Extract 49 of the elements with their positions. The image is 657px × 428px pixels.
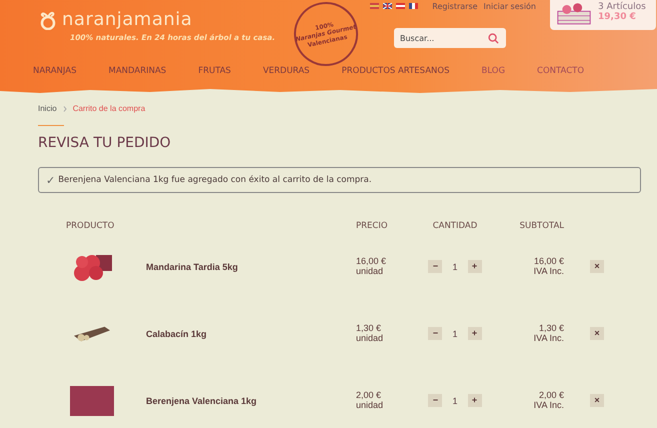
product-name[interactable]: Calabacín 1kg	[146, 328, 356, 338]
subtotal: 16,00 €	[534, 256, 564, 266]
unit-label: unidad	[356, 266, 384, 276]
column-header: SUBTOTAL	[518, 221, 564, 233]
unit-price: 16,00 €	[356, 256, 388, 266]
subtotal: 1,30 €	[538, 324, 564, 334]
search-icon[interactable]	[488, 33, 499, 44]
product-name[interactable]: Mandarina Tardia 5kg	[146, 262, 356, 272]
column-header: PRODUCTO	[65, 221, 116, 233]
unit-price: 2,00 €	[356, 390, 382, 400]
breadcrumb-link[interactable]: Inicio	[38, 104, 57, 113]
column-header: PRECIO	[356, 221, 389, 233]
subtotal: 2,00 €	[538, 390, 564, 400]
increase-button[interactable]: +	[468, 327, 482, 340]
tax-label: IVA Inc.	[534, 400, 564, 410]
tax-label: IVA Inc.	[534, 266, 564, 276]
nav-link[interactable]: PRODUCTOS ARTESANOS	[342, 66, 450, 76]
account-link[interactable]: Iniciar sesión	[484, 2, 536, 10]
unit-label: unidad	[356, 334, 384, 344]
decrease-button[interactable]: −	[428, 327, 442, 340]
product-name[interactable]: Berenjena Valenciana 1kg	[146, 396, 356, 406]
check-icon: ✓	[46, 174, 56, 186]
chevron-icon	[62, 106, 67, 112]
quantity-value[interactable]: 1	[452, 328, 458, 338]
basket-icon	[556, 2, 592, 26]
increase-button[interactable]: +	[468, 260, 482, 273]
decrease-button[interactable]: −	[428, 394, 442, 407]
photo-placeholder	[70, 386, 114, 416]
flag-icon[interactable]	[409, 3, 418, 9]
tax-label: IVA Inc.	[534, 334, 564, 344]
decrease-button[interactable]: −	[428, 260, 442, 273]
search-field[interactable]: Buscar...	[394, 28, 506, 48]
quantity-value[interactable]: 1	[452, 262, 458, 272]
flag-icon[interactable]	[383, 3, 392, 9]
remove-button[interactable]: ×	[590, 327, 604, 340]
remove-button[interactable]: ×	[590, 394, 604, 407]
vegetable-photo	[72, 324, 112, 342]
cart-count: 3 Artículos	[598, 2, 646, 12]
cart-total: 19,30 €	[598, 12, 637, 22]
unit-price: 1,30 €	[356, 324, 382, 334]
flag-icon[interactable]	[396, 3, 406, 9]
unit-label: unidad	[356, 400, 384, 410]
notice-text: Berenjena Valenciana 1kg fue agregado con éxito al carrito de la compra.	[58, 175, 372, 185]
remove-button[interactable]: ×	[590, 260, 604, 273]
page-title: REVISA TU PEDIDO	[38, 135, 172, 151]
quantity-value[interactable]: 1	[452, 396, 458, 406]
column-header: CANTIDAD	[432, 221, 478, 233]
cart-summary[interactable]: 3 Artículos 19,30 €	[550, 0, 656, 30]
increase-button[interactable]: +	[468, 394, 482, 407]
